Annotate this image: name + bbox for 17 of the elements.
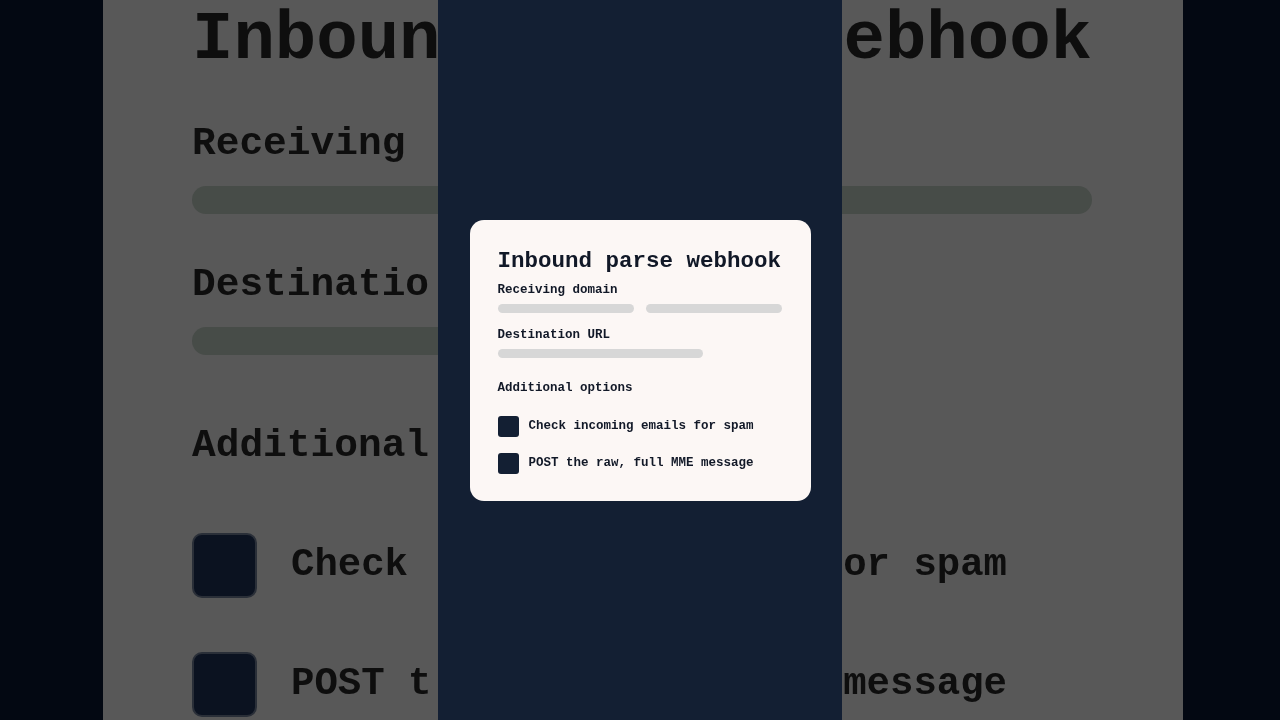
- backdrop-option-text: POST t: [291, 660, 432, 708]
- field-label: Receiving domain: [497, 281, 619, 298]
- option-label: Check incoming emails for spam: [528, 417, 754, 435]
- section-heading: Additional options: [497, 379, 634, 396]
- backdrop-label: Receiving: [192, 124, 406, 164]
- backdrop-option-text: Check: [291, 541, 409, 589]
- card-title: Inbound parse webhook: [497, 246, 783, 276]
- option-label: POST the raw, full MME message: [528, 454, 754, 472]
- checkbox[interactable]: [497, 415, 519, 437]
- backdrop-option-text: message: [843, 660, 1007, 708]
- checkbox[interactable]: [497, 452, 519, 474]
- backdrop-title: ebhook: [843, 0, 1092, 80]
- backdrop-title: Inboun: [192, 0, 438, 80]
- backdrop-label: Destinatio: [192, 265, 430, 305]
- backdrop-label: Additional: [192, 426, 430, 466]
- backdrop-option-text: or spam: [843, 541, 1007, 589]
- field-label: Destination URL: [497, 326, 612, 343]
